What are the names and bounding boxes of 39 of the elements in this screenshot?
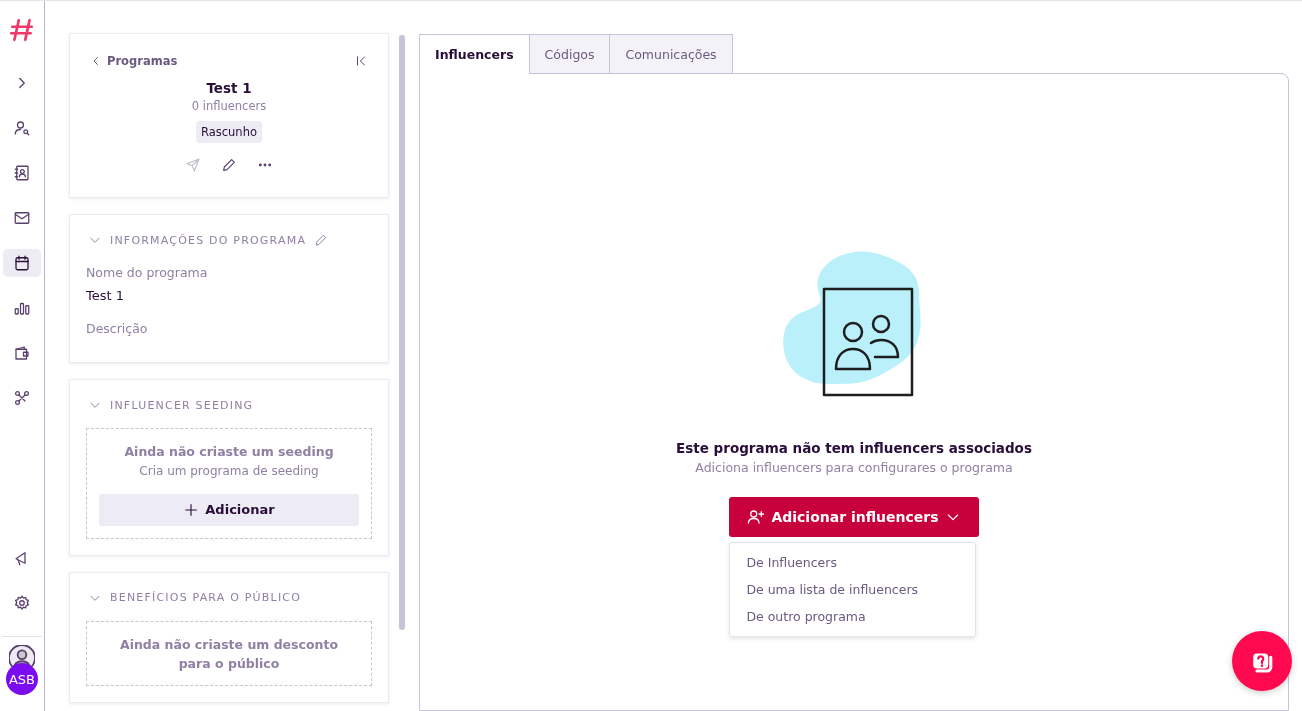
tab[interactable]: Comunicações [610,34,733,74]
tab[interactable]: Códigos [529,34,611,74]
empty-text: Cria um programa de seeding [139,463,319,478]
collapse-icon[interactable] [354,54,368,68]
wallet-icon [13,344,31,362]
program-title: Test 1 [206,80,252,96]
menu-item[interactable]: De Influencers [730,549,976,576]
status-tag: Rascunho [196,121,262,143]
mail-icon [13,209,31,227]
scrollbar[interactable] [399,35,405,630]
back-link[interactable]: Programas [90,54,178,68]
section-title: INFLUENCER SEEDING [110,398,254,412]
field-label: Nome do programa [86,265,209,280]
plus-icon [183,501,200,518]
nav-button[interactable] [3,249,41,277]
user-search-icon [13,119,31,137]
logo-icon[interactable] [9,17,35,43]
add-user-icon [747,508,766,526]
calendar-icon [13,254,31,272]
field-value: Test 1 [86,288,125,303]
empty-state-title: Este programa não tem influencers associados [676,440,1032,456]
user-avatar[interactable]: ASB [6,663,38,695]
tab[interactable]: Influencers [419,34,530,74]
edit-icon[interactable] [221,157,237,173]
add-button[interactable]: Adicionar [99,493,359,526]
contacts-book-icon [13,164,31,182]
help-button[interactable] [1232,631,1292,691]
nodes-icon [13,389,31,407]
settings-icon [13,594,31,612]
section-title: INFORMAÇÕES DO PROGRAMA [110,233,307,247]
empty-title: Ainda não criaste um desconto para o público [119,635,339,673]
menu-item[interactable]: De outro programa [730,603,976,630]
empty-state-text: Adiciona influencers para configurares o programa [695,460,1013,475]
menu-item[interactable]: De uma lista de influencers [730,576,976,603]
influencer-count: 0 influencers [191,99,267,113]
add-influencers-button[interactable]: Adicionar influencers [729,497,979,537]
section-title: BENEFÍCIOS PARA O PÚBLICO [110,591,302,605]
empty-title: Ainda não criaste um seeding [123,443,335,461]
field-label: Descrição [86,321,149,336]
